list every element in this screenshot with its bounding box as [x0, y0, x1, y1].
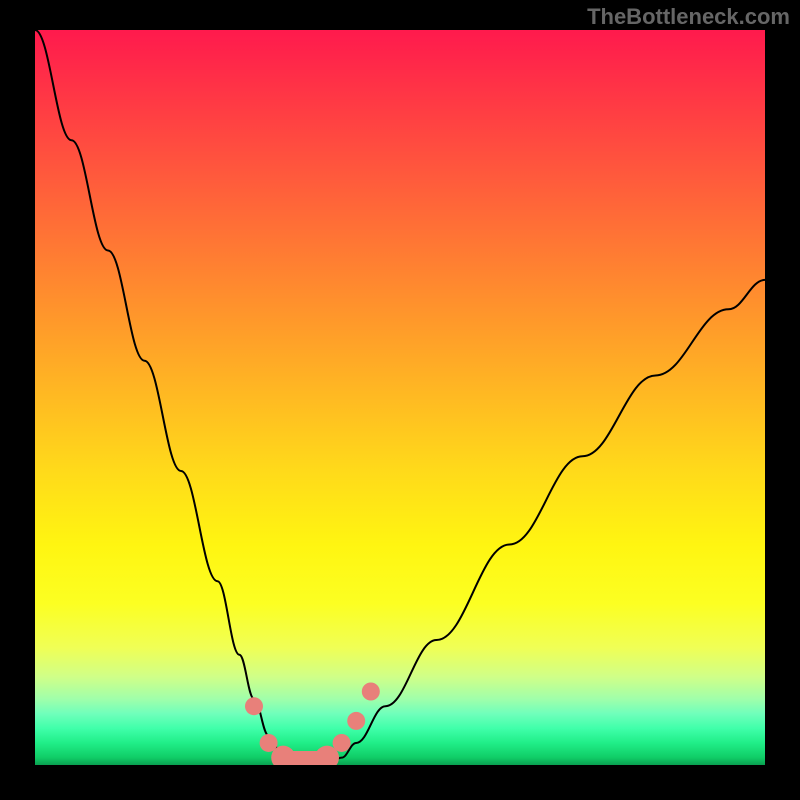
watermark-text: TheBottleneck.com — [587, 4, 790, 30]
marker-group — [245, 683, 380, 766]
bottleneck-curve-line — [35, 30, 765, 765]
marker-point — [362, 683, 380, 701]
chart-svg — [35, 30, 765, 765]
marker-point — [347, 712, 365, 730]
marker-point — [245, 697, 263, 715]
chart-plot-area — [35, 30, 765, 765]
marker-point — [333, 734, 351, 752]
